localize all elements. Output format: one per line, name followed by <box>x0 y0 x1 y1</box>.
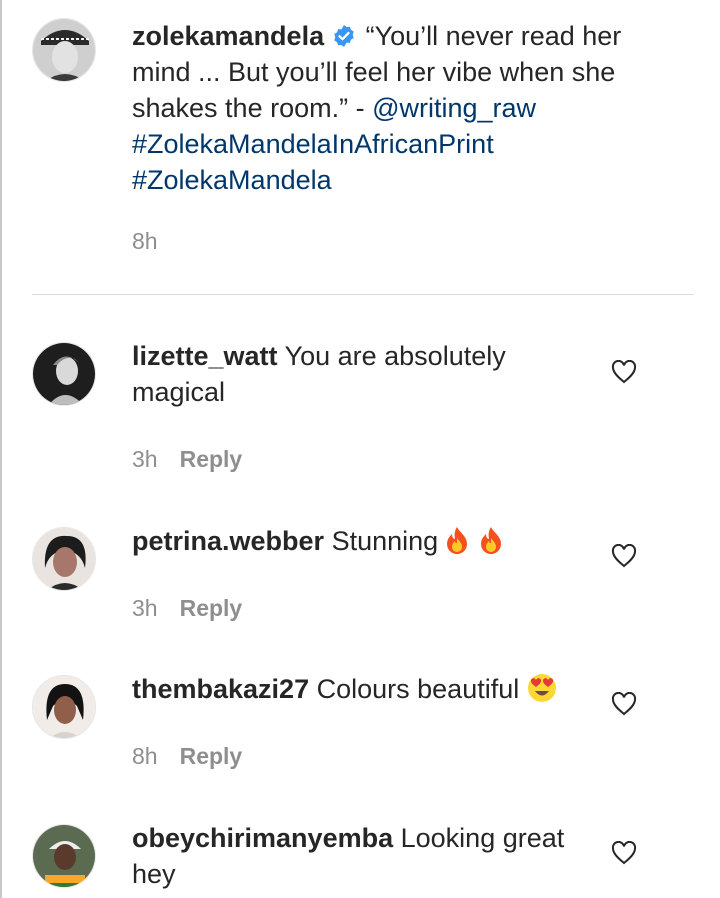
caption-username[interactable]: zolekamandela <box>132 21 324 51</box>
comment-body: Stunning <box>331 526 439 556</box>
hashtag-link[interactable]: #ZolekaMandelaInAfricanPrint <box>132 129 494 159</box>
comment-text: petrina.webber Stunning <box>132 523 582 559</box>
like-heart-icon[interactable] <box>611 543 637 568</box>
mention-link[interactable]: @writing_raw <box>372 93 536 123</box>
comment-text: thembakazi27 Colours beautiful <box>132 671 582 707</box>
comment-item: petrina.webber Stunning 3h Reply <box>0 511 720 641</box>
avatar[interactable] <box>32 527 96 591</box>
comment-username[interactable]: petrina.webber <box>132 526 324 556</box>
comment-meta: 3h Reply <box>132 595 242 622</box>
avatar[interactable] <box>32 824 96 888</box>
divider <box>32 294 694 295</box>
post-caption: zolekamandela “You’ll never read her min… <box>0 0 720 296</box>
comment-username[interactable]: obeychirimanyemba <box>132 823 393 853</box>
avatar[interactable] <box>32 18 96 82</box>
comment-item: thembakazi27 Colours beautiful 8h Reply <box>0 659 720 789</box>
avatar[interactable] <box>32 675 96 739</box>
like-heart-icon[interactable] <box>611 840 637 865</box>
comment-meta: 8h Reply <box>132 743 242 770</box>
reply-button[interactable]: Reply <box>180 743 243 769</box>
comment-text: lizette_watt You are absolutely magical <box>132 338 582 410</box>
comment-timestamp: 3h <box>132 595 158 621</box>
heart-eyes-emoji-icon <box>527 673 557 703</box>
like-heart-icon[interactable] <box>611 359 637 384</box>
fire-emoji-icon <box>476 525 506 555</box>
caption-timestamp: 8h <box>132 228 158 254</box>
caption-text: zolekamandela “You’ll never read her min… <box>132 18 672 198</box>
comment-username[interactable]: thembakazi27 <box>132 674 309 704</box>
verified-badge-icon <box>332 21 356 47</box>
like-heart-icon[interactable] <box>611 691 637 716</box>
comment-item: obeychirimanyemba Looking great hey <box>0 808 720 898</box>
hashtag-link[interactable]: #ZolekaMandela <box>132 165 332 195</box>
comment-meta: 3h Reply <box>132 446 242 473</box>
reply-button[interactable]: Reply <box>180 595 243 621</box>
fire-emoji-icon <box>442 525 472 555</box>
reply-button[interactable]: Reply <box>180 446 243 472</box>
avatar[interactable] <box>32 342 96 406</box>
comment-timestamp: 8h <box>132 743 158 769</box>
comment-item: lizette_watt You are absolutely magical … <box>0 326 720 486</box>
comment-timestamp: 3h <box>132 446 158 472</box>
comment-username[interactable]: lizette_watt <box>132 341 278 371</box>
comment-body: Colours beautiful <box>316 674 520 704</box>
comment-text: obeychirimanyemba Looking great hey <box>132 820 582 892</box>
